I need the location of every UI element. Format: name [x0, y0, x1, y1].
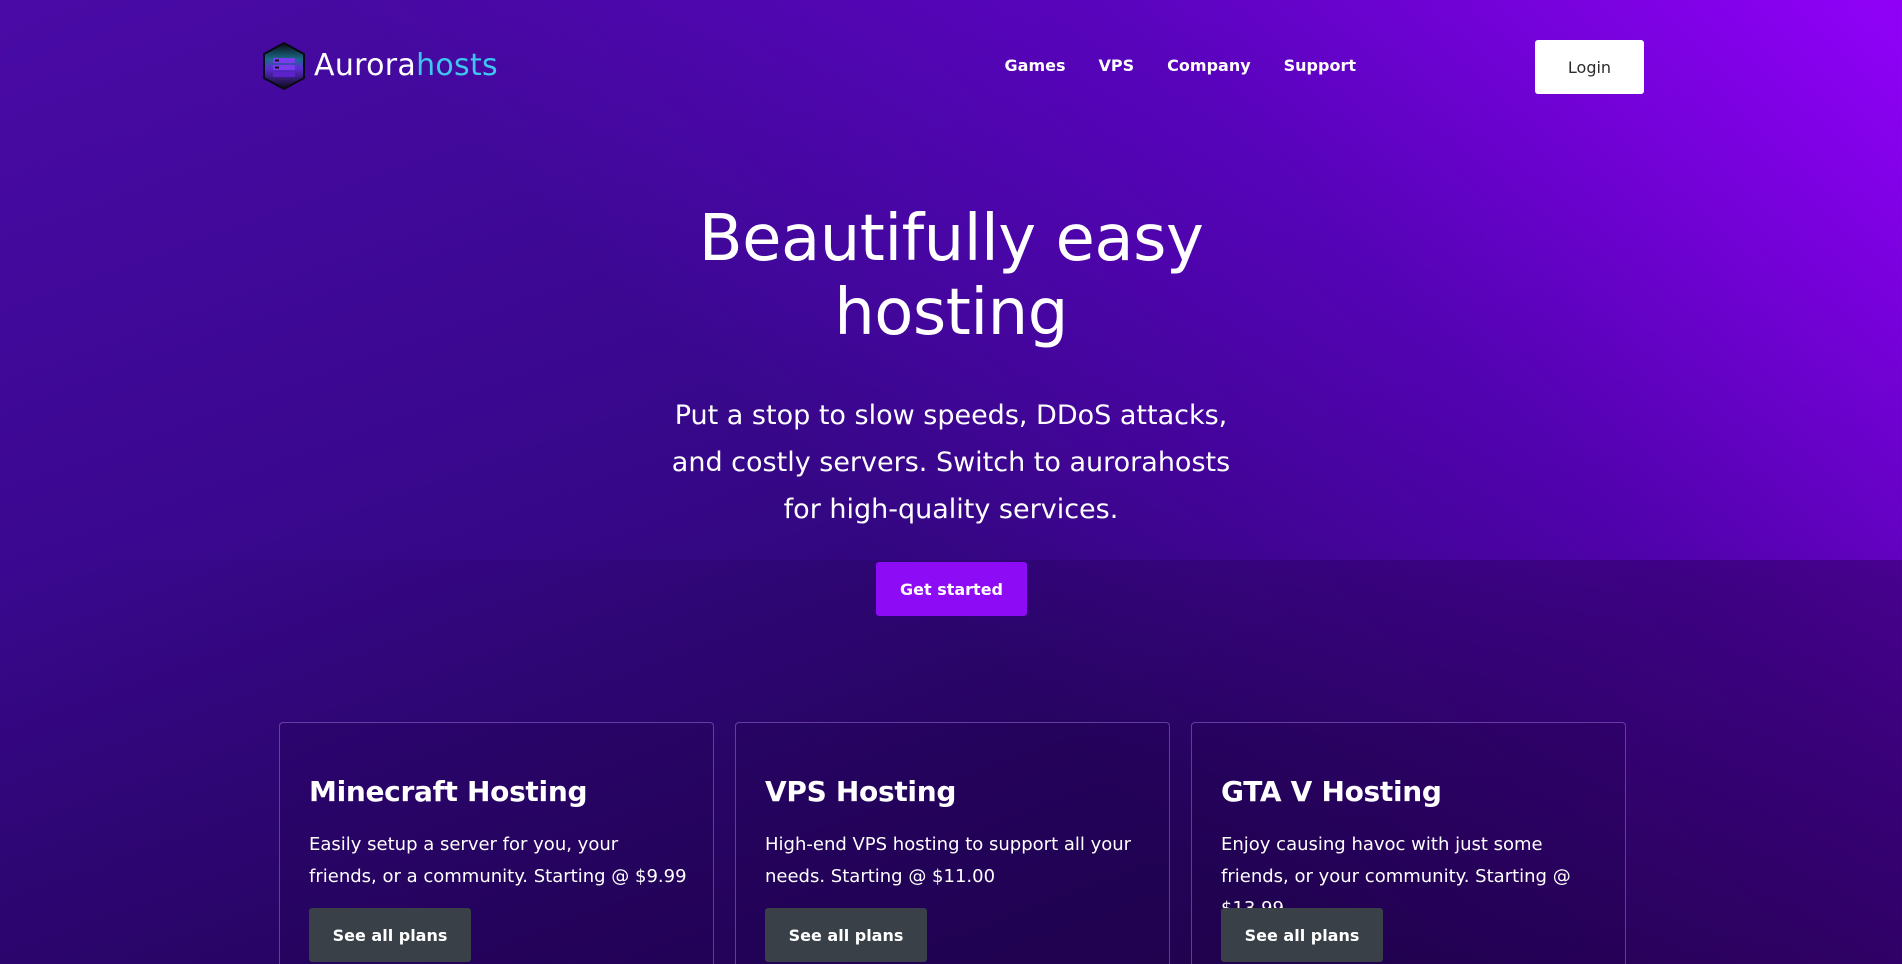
hero-title: Beautifully easy hosting — [698, 202, 1204, 350]
hero-subtitle: Put a stop to slow speeds, DDoS attacks,… — [671, 400, 1231, 525]
nav-link-company[interactable]: Company — [1167, 56, 1250, 75]
see-all-plans-button[interactable]: See all plans — [1221, 908, 1383, 962]
card-minecraft-hosting: Minecraft Hosting Easily setup a server … — [279, 722, 714, 964]
nav-link-vps[interactable]: VPS — [1099, 56, 1135, 75]
login-button[interactable]: Login — [1535, 40, 1644, 94]
nav-link-games[interactable]: Games — [1005, 56, 1066, 75]
top-navigation: Aurorahosts Games VPS Company Support Lo… — [0, 0, 1902, 134]
card-gta-v-hosting: GTA V Hosting Enjoy causing havoc with j… — [1191, 722, 1626, 964]
card-title: VPS Hosting — [765, 775, 957, 808]
brand-logo[interactable]: Aurorahosts — [262, 42, 498, 90]
card-description: High-end VPS hosting to support all your… — [765, 834, 1132, 887]
brand-name-part1: Aurora — [314, 48, 417, 83]
card-description: Easily setup a server for you, your frie… — [309, 834, 687, 887]
see-all-plans-button[interactable]: See all plans — [309, 908, 471, 962]
brand-name-part2: hosts — [416, 48, 498, 83]
get-started-button[interactable]: Get started — [876, 562, 1027, 616]
brand-name: Aurorahosts — [314, 51, 498, 81]
card-title: GTA V Hosting — [1221, 775, 1442, 808]
nav-links: Games VPS Company Support — [972, 56, 1356, 75]
card-vps-hosting: VPS Hosting High-end VPS hosting to supp… — [735, 722, 1170, 964]
hexagon-server-icon — [263, 42, 305, 90]
see-all-plans-button[interactable]: See all plans — [765, 908, 927, 962]
nav-link-support[interactable]: Support — [1284, 56, 1356, 75]
card-title: Minecraft Hosting — [309, 775, 588, 808]
